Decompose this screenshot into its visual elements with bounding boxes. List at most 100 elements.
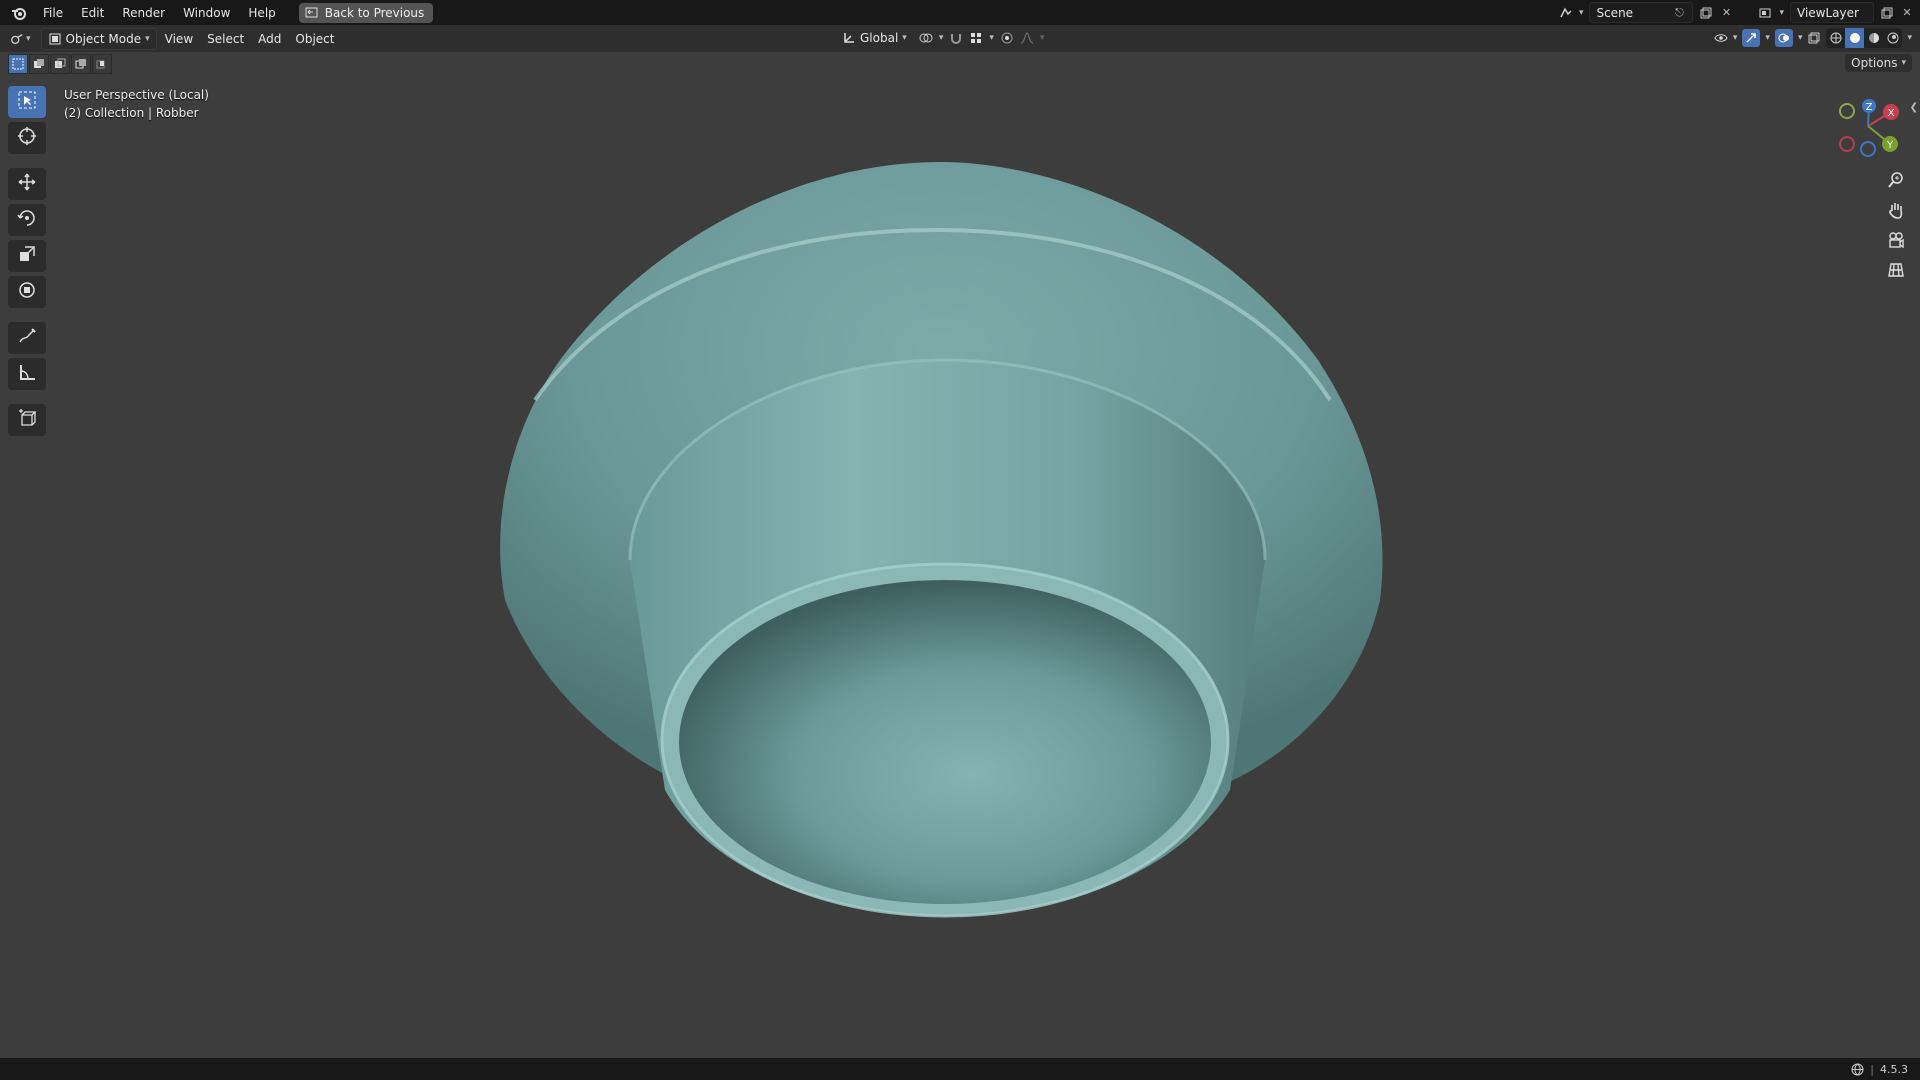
pin-icon[interactable]: ⎋ [1672, 6, 1686, 20]
menu-object[interactable]: Object [289, 29, 340, 49]
material-shading-icon[interactable] [1864, 28, 1883, 48]
object-mode-dropdown[interactable]: Object Mode ▾ [40, 27, 157, 50]
pivot-point-icon[interactable] [919, 31, 933, 45]
rotate-icon [17, 208, 37, 232]
view-layer-icon[interactable] [1759, 6, 1773, 20]
editor-type-icon[interactable] [10, 32, 24, 46]
select-box-tool[interactable] [8, 86, 46, 118]
snap-magnet-icon[interactable] [949, 31, 963, 45]
chevron-down-icon[interactable]: ▾ [26, 34, 31, 44]
blender-logo-icon[interactable] [8, 2, 30, 24]
overlays-toggle-icon[interactable] [1774, 29, 1793, 47]
xray-toggle-icon[interactable] [1807, 31, 1821, 45]
navigation-gizmo[interactable]: Z X Y [1820, 96, 1904, 164]
status-separator: | [1870, 1062, 1874, 1076]
chevron-down-icon[interactable]: ▾ [1907, 33, 1912, 43]
measure-tool[interactable] [8, 358, 46, 390]
menu-help[interactable]: Help [239, 3, 284, 23]
solid-shading-icon[interactable] [1845, 28, 1865, 48]
menu-select[interactable]: Select [201, 29, 250, 49]
new-view-layer-icon[interactable] [1880, 6, 1894, 20]
viewport-object-render[interactable] [0, 0, 1920, 1080]
transform-orientation-label: Global [860, 31, 899, 45]
chevron-down-icon[interactable]: ▾ [1798, 33, 1803, 43]
scene-name-field[interactable]: Scene ⎋ [1589, 2, 1694, 23]
neg-y-axis-handle[interactable] [1839, 103, 1855, 119]
perspective-label: User Perspective (Local) [64, 88, 209, 102]
falloff-curve-icon[interactable] [1020, 31, 1034, 45]
object-mode-icon [48, 32, 62, 46]
chevron-down-icon[interactable]: ▾ [1579, 8, 1584, 18]
proportional-editing-icon[interactable] [1000, 31, 1014, 45]
select-box-icon [17, 90, 37, 114]
view-layer-field[interactable]: ViewLayer [1790, 2, 1874, 23]
menu-add[interactable]: Add [252, 29, 287, 49]
menu-view[interactable]: View [159, 29, 199, 49]
gizmo-toggle-icon[interactable] [1742, 29, 1761, 47]
chevron-down-icon: ▾ [1901, 58, 1906, 68]
chevron-down-icon[interactable]: ▾ [989, 33, 994, 43]
chevron-down-icon[interactable]: ▾ [1779, 8, 1784, 18]
menu-render[interactable]: Render [113, 3, 174, 23]
select-new-icon[interactable] [8, 54, 28, 74]
axis-icon [842, 31, 856, 45]
neg-z-axis-handle[interactable] [1860, 141, 1876, 157]
back-to-previous-label: Back to Previous [324, 5, 425, 20]
rendered-shading-icon[interactable] [1883, 28, 1902, 48]
scale-tool[interactable] [8, 240, 46, 272]
chevron-down-icon[interactable]: ▾ [939, 33, 944, 43]
transform-icon [17, 280, 37, 304]
select-intersect-icon[interactable] [92, 54, 112, 74]
chevron-down-icon[interactable]: ▾ [1040, 33, 1045, 43]
annotate-icon [17, 326, 37, 350]
camera-icon [1887, 231, 1905, 253]
toolbar-separator [8, 158, 46, 164]
add-cube-tool[interactable] [8, 404, 46, 436]
transform-orientation-dropdown[interactable]: Global ▾ [836, 28, 913, 48]
chevron-down-icon: ▾ [902, 33, 907, 43]
move-tool[interactable] [8, 168, 46, 200]
transform-tool[interactable] [8, 276, 46, 308]
top-menu-bar: File Edit Render Window Help Back to Pre… [0, 0, 1920, 25]
toolbar-separator [8, 394, 46, 400]
annotate-tool[interactable] [8, 322, 46, 354]
chevron-down-icon[interactable]: ▾ [1733, 33, 1738, 43]
close-view-layer-icon[interactable]: ✕ [1900, 6, 1914, 20]
cursor-tool[interactable] [8, 122, 46, 154]
pan-hand-icon [1887, 201, 1905, 223]
chevron-down-icon[interactable]: ▾ [1765, 33, 1770, 43]
zoom-icon [1887, 171, 1905, 193]
camera-view-button[interactable] [1882, 228, 1910, 256]
sidebar-collapse-icon[interactable]: ❮ [1910, 102, 1918, 113]
pan-button[interactable] [1882, 198, 1910, 226]
viewport-header: ▾ Object Mode ▾ View Select Add Object G… [0, 25, 1920, 52]
visibility-icon[interactable] [1714, 31, 1728, 45]
menu-file[interactable]: File [34, 3, 72, 23]
globe-icon[interactable] [1850, 1062, 1864, 1076]
menu-window[interactable]: Window [174, 3, 239, 23]
select-subtract-icon[interactable] [50, 54, 70, 74]
snap-increment-icon[interactable] [969, 31, 983, 45]
cursor-icon [17, 126, 37, 150]
options-dropdown[interactable]: Options ▾ [1845, 54, 1912, 72]
select-difference-icon[interactable] [71, 54, 91, 74]
back-to-previous-button[interactable]: Back to Previous [298, 2, 434, 23]
zoom-button[interactable] [1882, 168, 1910, 196]
new-scene-icon[interactable] [1699, 6, 1713, 20]
neg-x-axis-handle[interactable] [1839, 136, 1855, 152]
version-label: 4.5.3 [1880, 1062, 1908, 1076]
rotate-tool[interactable] [8, 204, 46, 236]
selection-mode-row [8, 54, 112, 74]
select-extend-icon[interactable] [29, 54, 49, 74]
close-scene-icon[interactable]: ✕ [1719, 6, 1733, 20]
move-icon [17, 172, 37, 196]
wireframe-shading-icon[interactable] [1826, 28, 1845, 48]
scene-selector-icon[interactable] [1559, 6, 1573, 20]
y-axis-label: Y [1886, 140, 1894, 151]
toggle-projection-button[interactable] [1882, 258, 1910, 286]
z-axis-label: Z [1866, 102, 1873, 113]
menu-edit[interactable]: Edit [72, 3, 113, 23]
scene-name: Scene [1596, 5, 1634, 20]
view-layer-name: ViewLayer [1797, 5, 1859, 20]
x-axis-label: X [1888, 108, 1895, 119]
